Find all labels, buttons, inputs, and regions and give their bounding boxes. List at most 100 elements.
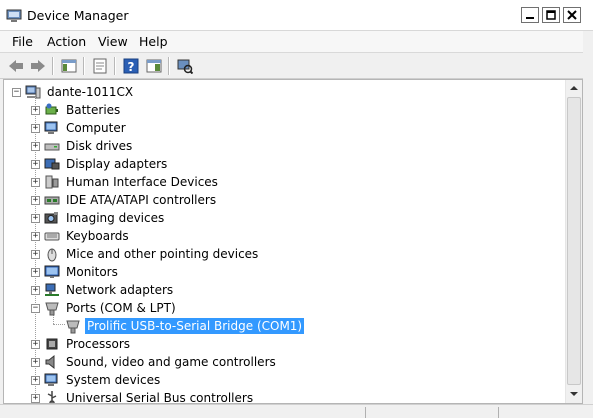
menu-file[interactable]: File bbox=[12, 34, 33, 49]
tree-category[interactable]: + Batteries bbox=[31, 101, 122, 119]
menu-action[interactable]: Action bbox=[47, 34, 86, 49]
expand-toggle[interactable]: + bbox=[31, 159, 40, 169]
action-pane-icon bbox=[146, 59, 162, 73]
tree-item-label: Batteries bbox=[66, 103, 121, 117]
expand-toggle[interactable]: + bbox=[31, 213, 40, 223]
scroll-down-button[interactable] bbox=[566, 386, 582, 402]
system-device-icon bbox=[44, 373, 58, 386]
tree-category[interactable]: + Display adapters bbox=[31, 155, 169, 173]
title-bar: Device Manager bbox=[0, 0, 593, 31]
ide-controller-icon bbox=[44, 196, 60, 205]
help-button[interactable]: ? bbox=[121, 56, 141, 76]
expand-toggle[interactable]: + bbox=[31, 267, 40, 277]
tree-category[interactable]: + Human Interface Devices bbox=[31, 173, 220, 191]
computer-icon bbox=[44, 121, 58, 134]
tree-category[interactable]: + Processors bbox=[31, 335, 132, 353]
tree-item-label: Imaging devices bbox=[66, 211, 165, 225]
tree-item-label: Disk drives bbox=[66, 139, 133, 153]
back-button[interactable] bbox=[6, 56, 26, 76]
tree-category[interactable]: + Mice and other pointing devices bbox=[31, 245, 260, 263]
disk-drive-icon bbox=[44, 143, 60, 151]
usb-icon bbox=[47, 391, 57, 403]
tree-child-item[interactable]: Prolific USB-to-Serial Bridge (COM1) bbox=[65, 317, 305, 335]
tree-category[interactable]: − Ports (COM & LPT) bbox=[31, 299, 178, 317]
window-title: Device Manager bbox=[27, 8, 129, 23]
scan-hardware-icon bbox=[177, 59, 193, 74]
toolbar-separator bbox=[83, 57, 85, 75]
properties-icon bbox=[93, 58, 107, 74]
speaker-icon bbox=[45, 354, 55, 370]
minimize-button[interactable] bbox=[521, 7, 539, 23]
monitor-icon bbox=[44, 265, 60, 278]
expand-toggle[interactable]: + bbox=[31, 105, 40, 115]
expand-toggle[interactable]: + bbox=[31, 195, 40, 205]
help-icon: ? bbox=[123, 58, 139, 74]
battery-icon bbox=[45, 103, 58, 115]
forward-arrow-icon bbox=[31, 60, 45, 72]
scroll-up-icon bbox=[570, 86, 578, 90]
scan-hardware-changes-button[interactable] bbox=[175, 56, 195, 76]
tree-root[interactable]: − dante-1011CX bbox=[12, 83, 135, 101]
close-button[interactable] bbox=[563, 7, 581, 23]
toolbar-separator bbox=[114, 57, 116, 75]
tree-item-label: IDE ATA/ATAPI controllers bbox=[66, 193, 217, 207]
menu-bar: File Action View Help bbox=[0, 31, 593, 53]
status-bar-divider bbox=[498, 407, 499, 418]
port-icon bbox=[66, 320, 80, 334]
menu-help[interactable]: Help bbox=[139, 34, 168, 49]
collapse-toggle[interactable]: − bbox=[12, 87, 21, 97]
hid-icon bbox=[45, 175, 59, 189]
expand-toggle[interactable]: + bbox=[31, 393, 40, 403]
maximize-button[interactable] bbox=[542, 7, 560, 23]
status-bar bbox=[0, 404, 593, 418]
tree-item-label: Network adapters bbox=[66, 283, 174, 297]
scroll-up-button[interactable] bbox=[566, 80, 582, 96]
toolbar: ? bbox=[0, 53, 593, 79]
tree-category[interactable]: + Disk drives bbox=[31, 137, 134, 155]
tree-category[interactable]: + Keyboards bbox=[31, 227, 131, 245]
tree-item-label: Human Interface Devices bbox=[66, 175, 218, 189]
computer-root-icon bbox=[25, 85, 41, 99]
menu-view[interactable]: View bbox=[98, 34, 128, 49]
tree-category[interactable]: + Imaging devices bbox=[31, 209, 166, 227]
tree-connector-line bbox=[53, 324, 65, 325]
tree-category[interactable]: + System devices bbox=[31, 371, 162, 389]
tree-category[interactable]: + Monitors bbox=[31, 263, 120, 281]
expand-toggle[interactable]: + bbox=[31, 231, 40, 241]
collapse-toggle[interactable]: − bbox=[31, 303, 40, 313]
tree-item-label: Sound, video and game controllers bbox=[66, 355, 276, 369]
expand-toggle[interactable]: + bbox=[31, 177, 40, 187]
camera-icon bbox=[44, 212, 58, 224]
tree-item-label: Computer bbox=[66, 121, 126, 135]
tree-item-label: Prolific USB-to-Serial Bridge (COM1) bbox=[85, 318, 305, 334]
tree-item-label: Universal Serial Bus controllers bbox=[66, 391, 254, 404]
tree-category[interactable]: + Sound, video and game controllers bbox=[31, 353, 278, 371]
expand-toggle[interactable]: + bbox=[31, 141, 40, 151]
forward-button[interactable] bbox=[28, 56, 48, 76]
mouse-icon bbox=[47, 248, 57, 262]
vertical-scrollbar[interactable] bbox=[565, 80, 582, 403]
expand-toggle[interactable]: + bbox=[31, 123, 40, 133]
tree-category[interactable]: + Computer bbox=[31, 119, 128, 137]
expand-toggle[interactable]: + bbox=[31, 357, 40, 367]
scrollbar-thumb[interactable] bbox=[567, 97, 581, 385]
toolbar-separator bbox=[168, 57, 170, 75]
keyboard-icon bbox=[44, 232, 60, 241]
action-pane-button[interactable] bbox=[144, 56, 164, 76]
properties-button[interactable] bbox=[90, 56, 110, 76]
back-arrow-icon bbox=[9, 60, 23, 72]
close-icon bbox=[567, 10, 577, 20]
tree-category[interactable]: + Universal Serial Bus controllers bbox=[31, 389, 255, 404]
tree-category[interactable]: + Network adapters bbox=[31, 281, 175, 299]
expand-toggle[interactable]: + bbox=[31, 285, 40, 295]
expand-toggle[interactable]: + bbox=[31, 339, 40, 349]
tree-item-label: Monitors bbox=[66, 265, 118, 279]
show-hide-console-tree-button[interactable] bbox=[59, 56, 79, 76]
console-tree-icon bbox=[61, 59, 77, 73]
expand-toggle[interactable]: + bbox=[31, 249, 40, 259]
tree-category[interactable]: + IDE ATA/ATAPI controllers bbox=[31, 191, 218, 209]
processor-icon bbox=[46, 338, 58, 350]
expand-toggle[interactable]: + bbox=[31, 375, 40, 385]
network-adapter-icon bbox=[45, 283, 59, 296]
tree-item-label: Mice and other pointing devices bbox=[66, 247, 259, 261]
